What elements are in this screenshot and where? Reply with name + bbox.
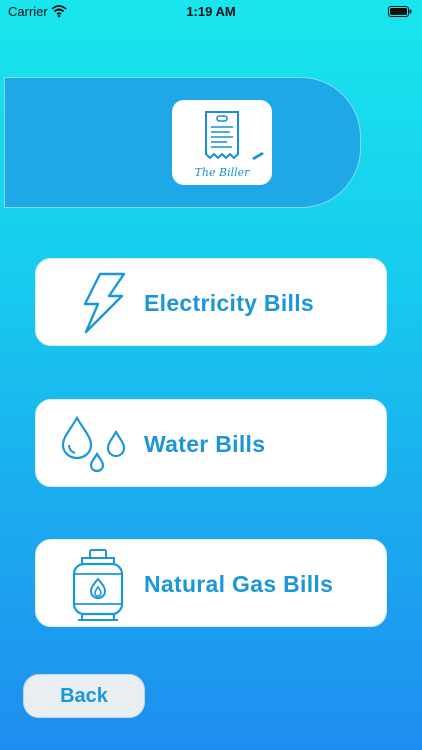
natural-gas-bills-button[interactable]: Natural Gas Bills: [35, 539, 387, 627]
status-bar: Carrier 1:19 AM: [0, 0, 422, 24]
natural-gas-bills-label: Natural Gas Bills: [144, 571, 334, 597]
water-bills-label: Water Bills: [144, 431, 266, 457]
water-bills-button[interactable]: Water Bills: [35, 399, 387, 487]
gas-cylinder-icon: [70, 548, 126, 627]
status-time: 1:19 AM: [186, 4, 236, 19]
electricity-bills-button[interactable]: Electricity Bills: [35, 258, 387, 346]
app-logo: The Biller: [172, 100, 272, 185]
water-drops-icon: [60, 414, 130, 481]
lightning-bolt-icon: [78, 272, 128, 339]
back-button[interactable]: Back: [23, 674, 145, 718]
electricity-bills-label: Electricity Bills: [144, 290, 315, 316]
battery-icon: [388, 5, 412, 17]
logo-text: The Biller: [194, 166, 250, 179]
